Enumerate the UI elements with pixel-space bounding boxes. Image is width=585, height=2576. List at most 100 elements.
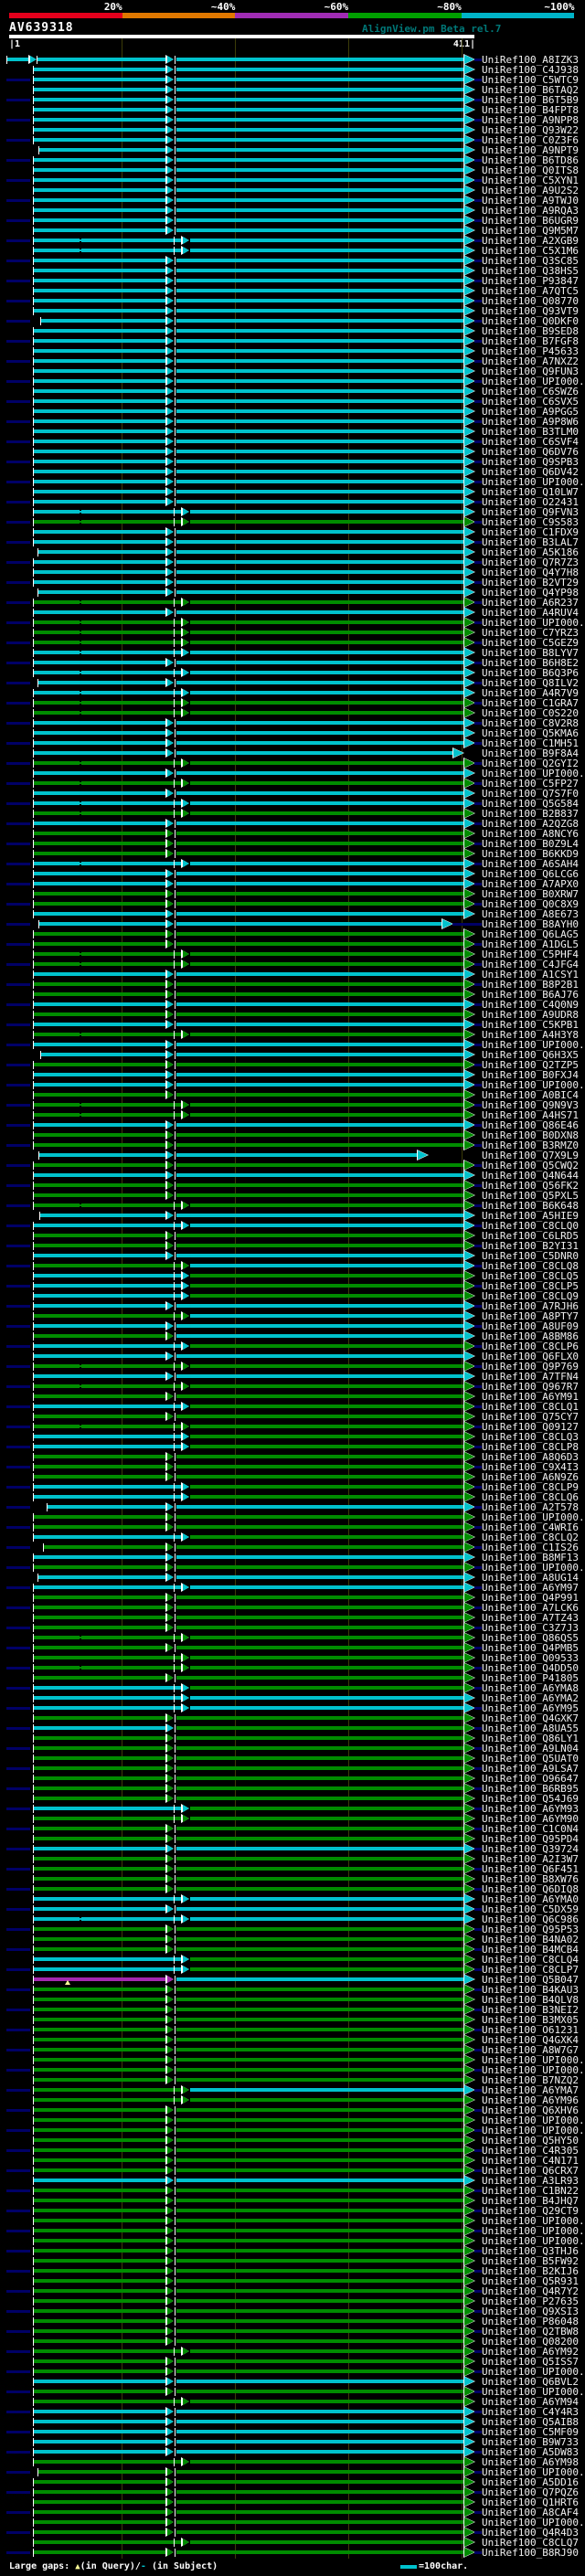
alignment-tail-segment (176, 289, 464, 292)
alignment-head-segment (34, 530, 167, 534)
arrowhead-icon (167, 398, 174, 405)
arrowhead-icon (464, 115, 474, 124)
small-gap-dots (80, 1636, 81, 1637)
hsp-boundary-tick (175, 126, 176, 134)
hsp-boundary-tick (175, 981, 176, 989)
alignment-head-segment (34, 2008, 167, 2011)
label-leader-line (474, 863, 482, 865)
alignment-head-segment (34, 972, 167, 976)
label-leader-line (6, 2310, 30, 2313)
label-leader-line (6, 1285, 30, 1288)
label-leader-line (6, 1828, 30, 1830)
alignment-head-segment (41, 319, 167, 323)
hsp-boundary-tick (33, 387, 34, 396)
hsp-boundary-tick (175, 317, 176, 325)
label-leader-line (6, 400, 30, 403)
arrowhead-icon (183, 2539, 189, 2546)
scale-segment (348, 13, 462, 18)
label-leader-line (6, 340, 30, 343)
arrowhead-icon (167, 2267, 174, 2274)
alignment-tail-segment (176, 1324, 464, 1328)
hsp-boundary-tick (33, 1835, 34, 1843)
label-leader-line (474, 2551, 482, 2554)
alignment-tail-segment (176, 1163, 464, 1167)
hsp-boundary-tick (175, 2167, 176, 2175)
hsp-boundary-tick (33, 1141, 34, 1150)
hsp-boundary-tick (174, 689, 175, 697)
hsp-boundary-tick (175, 1322, 176, 1330)
alignment-tail-segment (190, 1686, 464, 1690)
alignment-head-segment (34, 1555, 167, 1559)
label-leader-line (6, 99, 30, 101)
alignment-head-segment (34, 2500, 167, 2504)
arrowhead-icon (464, 799, 474, 808)
hit-label[interactable]: UniRef100_B8RJ90 (482, 2548, 579, 2558)
label-leader-line (6, 1245, 30, 1247)
arrowhead-icon (167, 1724, 174, 1732)
label-leader-line (474, 199, 482, 202)
hsp-boundary-tick (33, 2167, 34, 2175)
arrowhead-icon (464, 296, 474, 305)
alignment-tail-segment (176, 1716, 464, 1720)
hsp-boundary-tick (174, 1222, 175, 1230)
small-gap-dots (80, 704, 81, 705)
arrowhead-icon (464, 497, 474, 506)
label-leader-line (6, 1486, 30, 1489)
hsp-boundary-tick (33, 619, 34, 627)
hsp-boundary-tick (175, 2187, 176, 2195)
label-leader-line (6, 2350, 30, 2353)
arrowhead-icon (183, 1815, 189, 1822)
arrowhead-icon (464, 75, 474, 84)
alignment-head-segment (34, 842, 167, 845)
alignment-head-segment (34, 731, 167, 735)
hsp-boundary-tick (174, 1111, 175, 1119)
hsp-boundary-tick (175, 790, 176, 798)
hsp-boundary-tick (175, 820, 176, 828)
label-leader-line (6, 1606, 30, 1609)
arrowhead-icon (167, 558, 174, 566)
label-leader-line (474, 1828, 482, 1830)
hsp-boundary-tick (175, 578, 176, 587)
hsp-boundary-tick (175, 377, 176, 386)
arrowhead-icon (464, 356, 474, 366)
label-leader-line (474, 1144, 482, 1147)
hsp-boundary-tick (33, 1393, 34, 1401)
arrowhead-icon (167, 1674, 174, 1681)
hsp-boundary-tick (33, 759, 34, 768)
label-leader-line (6, 2531, 30, 2534)
alignment-head-segment (34, 1023, 167, 1026)
arrowhead-icon (167, 1503, 174, 1511)
hsp-boundary-tick (175, 186, 176, 195)
hsp-boundary-tick (175, 2277, 176, 2285)
hsp-boundary-tick (175, 1564, 176, 1572)
alignment-head-segment (34, 1304, 167, 1308)
hsp-boundary-tick (33, 2458, 34, 2466)
hsp-boundary-tick (174, 1533, 175, 1542)
arrowhead-icon (167, 739, 174, 747)
arrowhead-icon (183, 1895, 189, 1903)
alignment-tail-segment (176, 1153, 418, 1157)
hit-row[interactable]: UniRef100_B8RJ90 (0, 2547, 585, 2558)
label-leader-line (6, 2189, 30, 2192)
hsp-boundary-tick (175, 1473, 176, 1481)
hsp-boundary-tick (175, 1594, 176, 1602)
label-leader-line (474, 2431, 482, 2433)
hsp-boundary-tick (33, 2317, 34, 2326)
arrowhead-icon (183, 1292, 189, 1299)
arrowhead-icon (167, 890, 174, 897)
hsp-boundary-tick (33, 1935, 34, 1944)
arrowhead-icon (167, 2528, 174, 2536)
arrowhead-icon (464, 1412, 474, 1421)
label-leader-line (474, 2049, 482, 2051)
label-leader-line (474, 1184, 482, 1187)
hsp-boundary-tick (174, 639, 175, 647)
small-gap-dots (80, 1206, 81, 1207)
alignment-tail-segment (176, 2138, 464, 2142)
alignment-head-segment (34, 2520, 167, 2524)
alignment-head-segment (34, 2480, 167, 2484)
alignment-tail-segment (176, 2430, 464, 2433)
label-leader-line (6, 2169, 30, 2172)
hsp-boundary-tick (33, 1473, 34, 1481)
hsp-boundary-tick (175, 1051, 176, 1059)
arrowhead-icon (464, 608, 474, 617)
